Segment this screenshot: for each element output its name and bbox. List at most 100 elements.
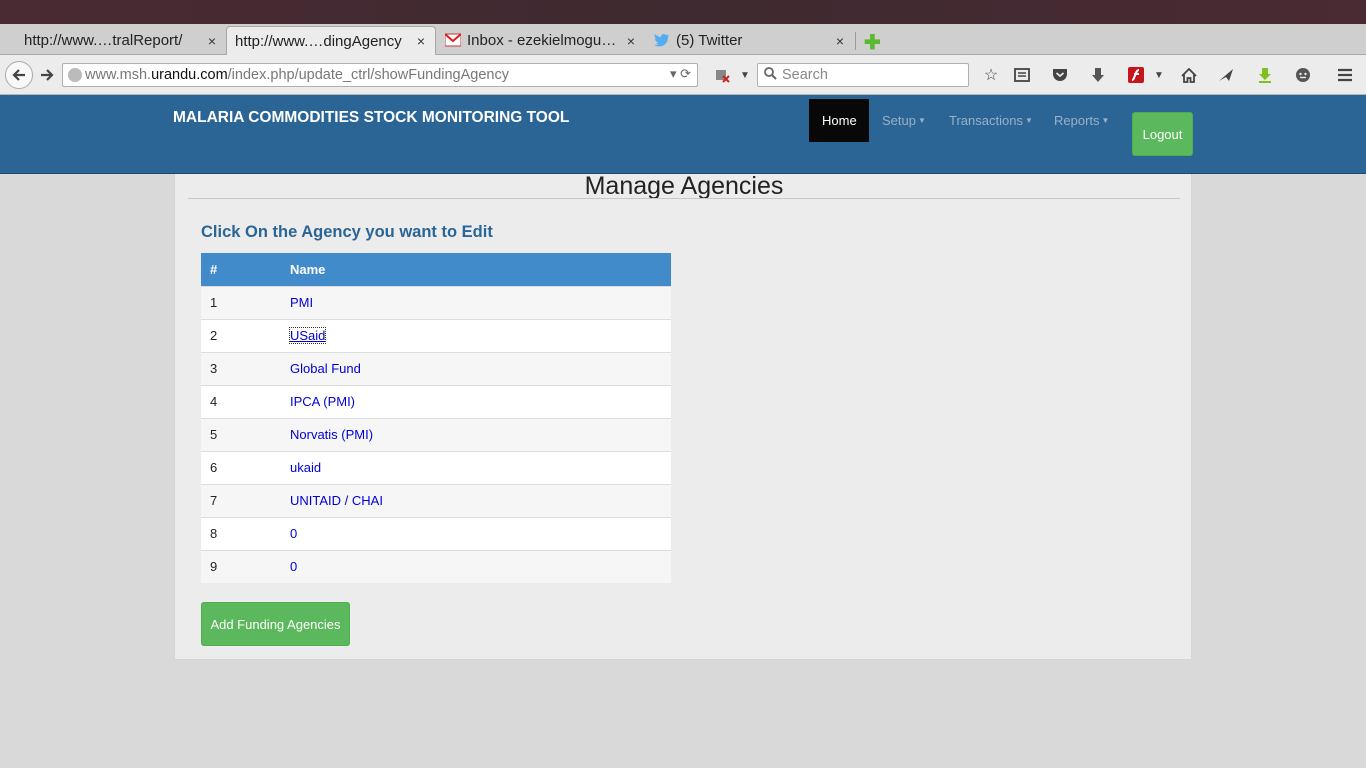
address-bar[interactable]: www.msh. urandu.com/index.php/update_ctrl… bbox=[62, 63, 698, 87]
forward-icon[interactable] bbox=[34, 63, 60, 87]
column-header-name: Name bbox=[281, 253, 671, 286]
caret-down-icon: ▼ bbox=[917, 116, 926, 125]
tab-twitter[interactable]: (5) Twitter × bbox=[646, 26, 854, 55]
search-input[interactable]: Search bbox=[757, 63, 969, 87]
caret-down-icon: ▼ bbox=[1101, 116, 1110, 125]
row-name-cell: USaid bbox=[281, 318, 671, 352]
tab-label: http://www.…tralReport/ bbox=[24, 32, 183, 49]
send-icon[interactable] bbox=[1215, 64, 1237, 86]
reading-list-icon[interactable] bbox=[1011, 64, 1033, 86]
tab-label: (5) Twitter bbox=[676, 32, 743, 49]
row-number: 5 bbox=[201, 417, 281, 451]
bookmark-star-icon[interactable]: ☆ bbox=[980, 64, 1002, 86]
row-name-cell: 0 bbox=[281, 516, 671, 550]
table-row: 6 ukaid bbox=[201, 450, 671, 484]
agency-link[interactable]: PMI bbox=[290, 295, 313, 310]
table-row: 2 USaid bbox=[201, 318, 671, 352]
table-row: 9 0 bbox=[201, 549, 671, 583]
row-number: 6 bbox=[201, 450, 281, 484]
row-number: 7 bbox=[201, 483, 281, 517]
agency-link[interactable]: 0 bbox=[290, 526, 297, 541]
menu-reports-label: Reports bbox=[1054, 113, 1100, 128]
row-number: 3 bbox=[201, 351, 281, 385]
url-path: /index.php/update_ctrl/showFundingAgency bbox=[227, 67, 509, 83]
row-name-cell: Global Fund bbox=[281, 351, 671, 385]
reload-icon[interactable]: ▾ ⟳ bbox=[670, 66, 691, 82]
add-funding-agencies-button[interactable]: Add Funding Agencies bbox=[201, 602, 350, 646]
search-placeholder: Search bbox=[782, 67, 828, 83]
agency-link[interactable]: UNITAID / CHAI bbox=[290, 493, 383, 508]
tab-close-icon[interactable]: × bbox=[208, 33, 216, 49]
row-name-cell: Norvatis (PMI) bbox=[281, 417, 671, 451]
menu-home[interactable]: Home bbox=[809, 99, 869, 142]
row-name-cell: IPCA (PMI) bbox=[281, 384, 671, 418]
tab-strip: http://www.…tralReport/ × http://www.…di… bbox=[0, 24, 1366, 55]
row-name-cell: UNITAID / CHAI bbox=[281, 483, 671, 517]
chat-icon[interactable] bbox=[1292, 64, 1314, 86]
table-row: 1 PMI bbox=[201, 285, 671, 319]
tab-central-report[interactable]: http://www.…tralReport/ × bbox=[0, 26, 226, 55]
table-row: 5 Norvatis (PMI) bbox=[201, 417, 671, 451]
tab-close-icon[interactable]: × bbox=[836, 33, 844, 49]
url-prefix: www.msh. bbox=[85, 67, 152, 83]
agency-link[interactable]: IPCA (PMI) bbox=[290, 394, 355, 409]
agency-link[interactable]: ukaid bbox=[290, 460, 321, 475]
app-header: MALARIA COMMODITIES STOCK MONITORING TOO… bbox=[0, 95, 1366, 174]
row-number: 1 bbox=[201, 285, 281, 319]
title-divider bbox=[188, 198, 1180, 199]
table-row: 8 0 bbox=[201, 516, 671, 550]
gmail-icon bbox=[445, 32, 461, 49]
back-icon[interactable] bbox=[5, 61, 33, 89]
url-host: urandu.com bbox=[151, 67, 228, 83]
menu-reports[interactable]: Reports ▼ bbox=[1041, 99, 1122, 142]
chevron-down-icon[interactable]: ▼ bbox=[1148, 64, 1170, 86]
instructions-heading: Click On the Agency you want to Edit bbox=[201, 223, 493, 241]
table-row: 3 Global Fund bbox=[201, 351, 671, 385]
twitter-icon bbox=[654, 33, 670, 49]
browser-toolbar: www.msh. urandu.com/index.php/update_ctrl… bbox=[0, 55, 1366, 95]
agency-link[interactable]: USaid bbox=[288, 327, 327, 344]
window-titlebar bbox=[0, 0, 1366, 24]
download-manager-icon[interactable] bbox=[1254, 64, 1276, 86]
tab-close-icon[interactable]: × bbox=[417, 33, 425, 49]
row-number: 8 bbox=[201, 516, 281, 550]
table-header-row: # Name bbox=[201, 253, 671, 286]
page-title: Manage Agencies bbox=[584, 172, 784, 200]
row-name-cell: ukaid bbox=[281, 450, 671, 484]
table-row: 4 IPCA (PMI) bbox=[201, 384, 671, 418]
plugin-block-icon[interactable] bbox=[711, 64, 733, 86]
table-row: 7 UNITAID / CHAI bbox=[201, 483, 671, 517]
row-name-cell: PMI bbox=[281, 285, 671, 319]
pocket-icon[interactable] bbox=[1049, 64, 1071, 86]
row-number: 9 bbox=[201, 549, 281, 583]
agencies-table: # Name 1 PMI 2 USaid 3 Global Fund 4 IPC… bbox=[201, 253, 671, 583]
app-brand[interactable]: MALARIA COMMODITIES STOCK MONITORING TOO… bbox=[173, 109, 569, 127]
agency-link[interactable]: Global Fund bbox=[290, 361, 361, 376]
tab-funding-agency[interactable]: http://www.…dingAgency × bbox=[226, 26, 436, 55]
tab-gmail-inbox[interactable]: Inbox - ezekielmogu… × bbox=[437, 26, 645, 55]
row-number: 2 bbox=[201, 318, 281, 352]
menu-transactions[interactable]: Transactions ▼ bbox=[936, 99, 1046, 142]
home-icon[interactable] bbox=[1178, 64, 1200, 86]
tab-label: Inbox - ezekielmogu… bbox=[467, 32, 617, 49]
flash-icon[interactable] bbox=[1125, 64, 1147, 86]
menu-home-label: Home bbox=[822, 113, 857, 128]
chevron-down-icon[interactable]: ▼ bbox=[734, 64, 756, 86]
column-header-number: # bbox=[201, 253, 281, 286]
download-icon[interactable] bbox=[1087, 64, 1109, 86]
menu-transactions-label: Transactions bbox=[949, 113, 1023, 128]
agency-link[interactable]: 0 bbox=[290, 559, 297, 574]
row-number: 4 bbox=[201, 384, 281, 418]
tab-label: http://www.…dingAgency bbox=[235, 32, 402, 50]
globe-icon bbox=[68, 68, 82, 82]
new-tab-icon[interactable]: ✚ bbox=[864, 30, 881, 55]
agency-link[interactable]: Norvatis (PMI) bbox=[290, 427, 373, 442]
tab-close-icon[interactable]: × bbox=[627, 33, 635, 49]
menu-setup[interactable]: Setup ▼ bbox=[869, 99, 939, 142]
tab-separator bbox=[855, 32, 856, 50]
content-panel: Manage Agencies Click On the Agency you … bbox=[174, 174, 1192, 660]
row-name-cell: 0 bbox=[281, 549, 671, 583]
caret-down-icon: ▼ bbox=[1024, 116, 1033, 125]
logout-button[interactable]: Logout bbox=[1132, 112, 1193, 156]
hamburger-menu-icon[interactable] bbox=[1334, 64, 1356, 86]
